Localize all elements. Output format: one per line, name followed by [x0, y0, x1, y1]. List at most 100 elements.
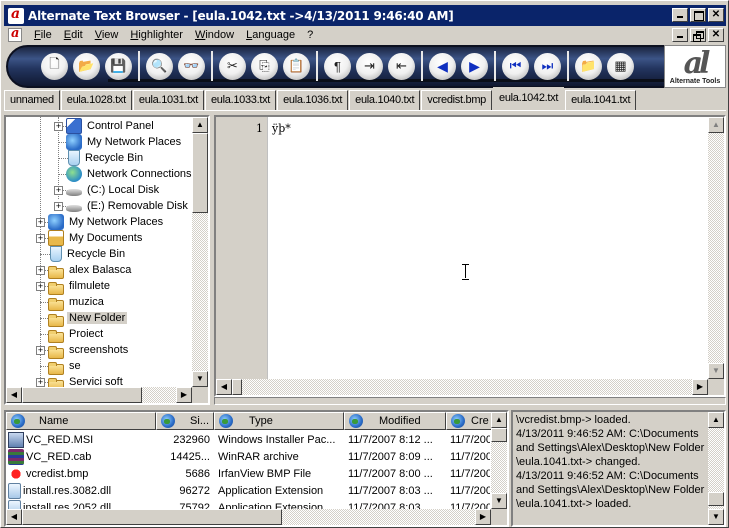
text-editor[interactable]: 1 ÿþ* ▲ ▼ ◀ ▶ — [214, 115, 726, 397]
first-tab-button[interactable]: ⏮ — [502, 52, 529, 80]
column-header-size[interactable]: Si... — [156, 412, 214, 430]
scroll-thumb[interactable] — [22, 387, 142, 403]
mdi-close-button[interactable] — [708, 28, 724, 42]
tree-node[interactable]: + My Network Places — [36, 214, 165, 230]
scroll-thumb[interactable] — [491, 428, 507, 442]
tab-eula-1033-txt[interactable]: eula.1033.txt — [204, 90, 277, 110]
tree-node[interactable]: + (C:) Local Disk — [54, 182, 161, 198]
browse-folder-button[interactable]: 📁 — [575, 52, 602, 80]
open-button[interactable]: 📂 — [73, 52, 100, 80]
editor-content[interactable]: ÿþ* — [272, 122, 291, 135]
scroll-up-button[interactable]: ▲ — [708, 117, 724, 133]
scroll-up-button[interactable]: ▲ — [192, 117, 208, 133]
tab-unnamed[interactable]: unnamed — [4, 90, 60, 110]
print-preview-button[interactable]: 🔍 — [146, 52, 173, 80]
scroll-down-button[interactable]: ▼ — [192, 371, 208, 387]
tree-node[interactable]: + Servici soft — [36, 374, 125, 387]
tree-node[interactable]: + My Documents — [36, 230, 144, 246]
editor-vertical-scrollbar[interactable]: ▲ ▼ — [708, 117, 724, 379]
mdi-restore-button[interactable] — [690, 28, 706, 42]
tree-node[interactable]: Recycle Bin — [36, 246, 127, 262]
log-vertical-scrollbar[interactable]: ▲ ▼ — [708, 412, 724, 525]
tab-eula-1042-txt[interactable]: eula.1042.txt — [493, 87, 565, 109]
column-header-name[interactable]: Name — [6, 412, 156, 430]
cut-button[interactable]: ✂ — [219, 52, 246, 80]
maximize-button[interactable] — [690, 8, 706, 22]
file-row[interactable]: vcredist.bmp 5686 IrfanView BMP File 11/7/2… — [6, 465, 490, 482]
scroll-left-button[interactable]: ◀ — [6, 387, 22, 403]
close-button[interactable] — [708, 8, 724, 22]
expand-icon[interactable]: + — [54, 185, 63, 195]
expand-icon[interactable]: + — [36, 233, 45, 243]
column-header-type[interactable]: Type — [214, 412, 344, 430]
last-tab-button[interactable]: ⏭ — [534, 52, 561, 80]
save-button[interactable]: 💾 — [105, 52, 132, 80]
new-button[interactable]: 🗋 — [41, 52, 68, 80]
file-row[interactable]: VC_RED.MSI 232960 Windows Installer Pac...… — [6, 431, 490, 448]
scroll-left-button[interactable]: ◀ — [6, 509, 22, 525]
scroll-up-button[interactable]: ▲ — [491, 412, 507, 428]
menu-help[interactable]: ? — [301, 29, 319, 41]
tree-node[interactable]: Recycle Bin — [54, 150, 145, 166]
tree-node[interactable]: + Control Panel — [54, 118, 156, 134]
expand-icon[interactable]: + — [36, 281, 45, 291]
minimize-button[interactable] — [672, 8, 688, 22]
tree-node[interactable]: My Network Places — [54, 134, 183, 150]
mdi-minimize-button[interactable] — [672, 28, 688, 42]
expand-icon[interactable]: + — [54, 121, 63, 131]
file-list-horizontal-scrollbar[interactable]: ◀ ▶ — [6, 509, 491, 525]
scroll-right-button[interactable]: ▶ — [475, 509, 491, 525]
tree-vertical-scrollbar[interactable]: ▲ ▼ — [192, 117, 208, 387]
menu-highlighter[interactable]: Highlighter — [124, 29, 189, 41]
calendar-button[interactable]: ▦ — [607, 52, 634, 80]
app-icon[interactable] — [8, 6, 24, 24]
paste-button[interactable]: 📋 — [283, 52, 310, 80]
expand-icon[interactable]: + — [54, 201, 63, 211]
tree-node[interactable]: Proiect — [36, 326, 105, 343]
expand-icon[interactable]: + — [36, 377, 45, 387]
next-button[interactable]: ▶ — [461, 52, 488, 80]
tree-node[interactable]: + alex Balasca — [36, 262, 133, 279]
menu-language[interactable]: Language — [240, 29, 301, 41]
expand-icon[interactable]: + — [36, 345, 45, 355]
menu-edit[interactable]: Edit — [58, 29, 89, 41]
tree-node[interactable]: + screenshots — [36, 342, 130, 359]
scroll-thumb[interactable] — [192, 133, 208, 213]
find-button[interactable]: 👓 — [178, 52, 205, 80]
indent-button[interactable]: ⇥ — [356, 52, 383, 80]
scroll-right-button[interactable]: ▶ — [176, 387, 192, 403]
outdent-button[interactable]: ⇤ — [388, 52, 415, 80]
scroll-thumb[interactable] — [22, 509, 282, 525]
show-formatting-button[interactable]: ¶ — [324, 52, 351, 80]
expand-icon[interactable]: + — [36, 265, 45, 275]
scroll-up-button[interactable]: ▲ — [708, 412, 724, 428]
tab-eula-1028-txt[interactable]: eula.1028.txt — [60, 90, 132, 110]
menu-window[interactable]: Window — [189, 29, 240, 41]
tree-node[interactable]: Network Connections — [54, 166, 192, 182]
file-row[interactable]: install.res.3082.dll 96272 Application Ext… — [6, 482, 490, 499]
copy-button[interactable]: ⎘ — [251, 52, 278, 80]
scroll-down-button[interactable]: ▼ — [708, 363, 724, 379]
document-icon[interactable] — [8, 26, 22, 42]
tree-node[interactable]: New Folder — [36, 310, 128, 327]
tab-vcredist-bmp[interactable]: vcredist.bmp — [421, 90, 493, 110]
title-bar[interactable]: Alternate Text Browser - [eula.1042.txt … — [4, 5, 726, 26]
scroll-down-button[interactable]: ▼ — [491, 493, 507, 509]
scroll-thumb[interactable] — [232, 379, 242, 395]
file-list-vertical-scrollbar[interactable]: ▲ ▼ — [491, 412, 507, 509]
expand-icon[interactable]: + — [36, 217, 45, 227]
tree-horizontal-scrollbar[interactable]: ◀ ▶ — [6, 387, 192, 403]
scroll-thumb[interactable] — [708, 492, 724, 506]
scroll-right-button[interactable]: ▶ — [692, 379, 708, 395]
tree-node[interactable]: muzica — [36, 294, 106, 311]
scroll-down-button[interactable]: ▼ — [708, 509, 724, 525]
tree-node[interactable]: se — [36, 358, 83, 375]
tab-eula-1041-txt[interactable]: eula.1041.txt — [565, 90, 637, 110]
file-row[interactable]: VC_RED.cab 14425... WinRAR archive 11/7/200… — [6, 448, 490, 465]
menu-file[interactable]: File — [28, 29, 58, 41]
tab-eula-1036-txt[interactable]: eula.1036.txt — [277, 90, 349, 110]
editor-horizontal-scrollbar[interactable]: ◀ ▶ — [216, 379, 708, 395]
scroll-left-button[interactable]: ◀ — [216, 379, 232, 395]
tab-eula-1031-txt[interactable]: eula.1031.txt — [132, 90, 204, 110]
tab-eula-1040-txt[interactable]: eula.1040.txt — [349, 90, 421, 110]
